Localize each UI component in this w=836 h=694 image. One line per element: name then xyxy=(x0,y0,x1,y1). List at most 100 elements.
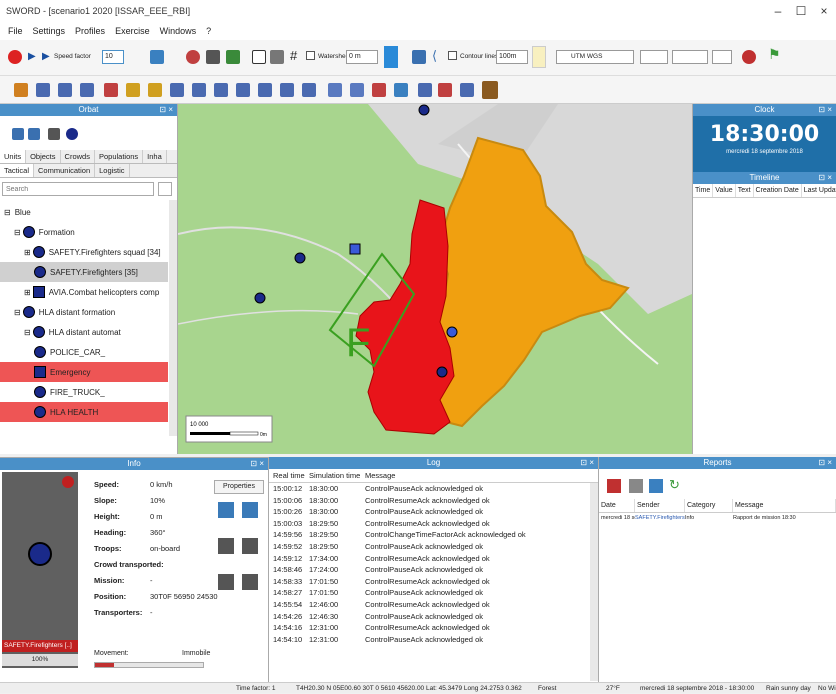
expand-icon[interactable]: ⊟ xyxy=(24,328,31,337)
tab-crowds[interactable]: Crowds xyxy=(61,150,95,163)
coord-input-1[interactable] xyxy=(640,50,668,64)
grid-icon[interactable]: # xyxy=(290,48,297,63)
reports-panel-controls[interactable]: ⊡ × xyxy=(818,457,832,469)
tree-item-firefighters-squad[interactable]: ⊞ SAFETY.Firefighters squad [34] xyxy=(24,242,176,262)
flag-icon[interactable]: ⚑ xyxy=(768,46,781,63)
map-unit-4[interactable] xyxy=(254,292,266,304)
layers-icon[interactable] xyxy=(206,50,220,64)
tree-item-hla-health[interactable]: HLA HEALTH xyxy=(0,402,168,422)
coord-input-2[interactable] xyxy=(672,50,708,64)
info-action-icon-5[interactable] xyxy=(218,574,234,590)
stop-icon[interactable] xyxy=(8,50,22,64)
info-action-icon-6[interactable] xyxy=(242,574,258,590)
map-unit-2[interactable] xyxy=(294,252,306,264)
timeline-col-update[interactable]: Last Update xyxy=(802,184,836,197)
orbat-tool-icon-4[interactable] xyxy=(66,128,78,140)
expand-icon[interactable]: ⊟ xyxy=(14,308,21,317)
report-row[interactable]: mercredi 18 sept SAFETY.Firefighters [35… xyxy=(599,513,836,525)
log-row[interactable]: 14:58:27 17:01:50 ControlPauseAck acknowle… xyxy=(269,587,598,599)
log-col-real-time[interactable]: Real time xyxy=(269,469,305,482)
compass-icon[interactable] xyxy=(186,50,200,64)
close-button[interactable]: × xyxy=(814,4,834,18)
unit-tool-icon[interactable] xyxy=(150,50,164,64)
log-row[interactable]: 14:54:26 12:46:30 ControlPauseAck acknowle… xyxy=(269,611,598,623)
menu-windows[interactable]: Windows xyxy=(160,26,197,36)
draw-tool-icon-12[interactable] xyxy=(258,83,272,97)
menu-settings[interactable]: Settings xyxy=(33,26,66,36)
draw-tool-icon-7[interactable] xyxy=(148,83,162,97)
draw-tool-icon-9[interactable] xyxy=(192,83,206,97)
report-filter-icon-3[interactable] xyxy=(649,479,663,493)
reports-col-message[interactable]: Message xyxy=(733,499,836,512)
expand-icon[interactable]: ⊟ xyxy=(14,228,21,237)
timeline-col-value[interactable]: Value xyxy=(713,184,736,197)
draw-tool-icon-14[interactable] xyxy=(302,83,316,97)
log-row[interactable]: 14:59:56 18:29:50 ControlChangeTimeFactorA… xyxy=(269,529,598,541)
expand-icon[interactable]: ⊞ xyxy=(24,288,31,297)
report-filter-icon-4[interactable]: ↻ xyxy=(669,477,680,493)
bell-icon[interactable] xyxy=(270,50,284,64)
map-view[interactable]: F 10 000 0m xyxy=(178,104,692,454)
maximize-button[interactable]: ☐ xyxy=(791,4,811,18)
log-col-message[interactable]: Message xyxy=(361,469,598,482)
orbat-panel-controls[interactable]: ⊡ × xyxy=(159,104,173,116)
tab-objects[interactable]: Objects xyxy=(26,150,61,163)
orbat-tool-icon-2[interactable] xyxy=(28,128,40,140)
draw-tool-icon-3[interactable] xyxy=(58,83,72,97)
back-icon[interactable]: ⟨ xyxy=(432,48,437,64)
draw-tool-icon-13[interactable] xyxy=(280,83,294,97)
orbat-tool-icon-3[interactable] xyxy=(48,128,60,140)
report-filter-icon-1[interactable] xyxy=(607,479,621,493)
reports-col-sender[interactable]: Sender xyxy=(635,499,685,512)
expand-icon[interactable]: ⊞ xyxy=(24,248,31,257)
play-icon[interactable]: ▶ xyxy=(28,51,36,62)
log-row[interactable]: 14:54:10 12:31:00 ControlPauseAck acknowle… xyxy=(269,634,598,646)
tree-item-emergency[interactable]: Emergency xyxy=(0,362,168,382)
map-canvas[interactable]: F 10 000 0m xyxy=(178,104,692,454)
draw-tool-icon-20[interactable] xyxy=(438,83,452,97)
tab-inhabitants[interactable]: Inha xyxy=(143,150,167,163)
tree-scrollbar[interactable] xyxy=(169,200,177,436)
log-row[interactable]: 14:58:46 17:24:00 ControlPauseAck acknowle… xyxy=(269,564,598,576)
watershed-checkbox[interactable] xyxy=(306,51,315,60)
draw-tool-icon-18[interactable] xyxy=(394,83,408,97)
info-action-icon-3[interactable] xyxy=(218,538,234,554)
draw-tool-icon-5[interactable] xyxy=(104,83,118,97)
log-row[interactable]: 15:00:12 18:30:00 ControlPauseAck acknowle… xyxy=(269,483,598,495)
coord-input-3[interactable] xyxy=(712,50,732,64)
subtab-tactical[interactable]: Tactical xyxy=(0,164,35,177)
tree-root-blue[interactable]: ⊟ Blue xyxy=(4,202,31,222)
minimize-button[interactable]: – xyxy=(768,4,788,18)
draw-tool-icon-19[interactable] xyxy=(418,83,432,97)
draw-tool-icon-10[interactable] xyxy=(214,83,228,97)
draw-tool-icon-17[interactable] xyxy=(372,83,386,97)
info-action-icon-4[interactable] xyxy=(242,538,258,554)
map-unit-6[interactable] xyxy=(436,366,448,378)
tree-item-firefighters[interactable]: SAFETY.Firefighters [35] xyxy=(0,262,168,282)
log-row[interactable]: 14:58:33 17:01:50 ControlResumeAck acknowl… xyxy=(269,576,598,588)
log-row[interactable]: 14:59:12 17:34:00 ControlResumeAck acknowl… xyxy=(269,553,598,565)
contour-tool-icon[interactable] xyxy=(412,50,426,64)
timeline-col-creation[interactable]: Creation Date xyxy=(754,184,802,197)
step-icon[interactable]: ▶ xyxy=(42,51,50,62)
map-unit-5[interactable] xyxy=(446,326,458,338)
map-unit-1[interactable] xyxy=(418,104,430,116)
menu-exercise[interactable]: Exercise xyxy=(115,26,150,36)
log-panel-controls[interactable]: ⊡ × xyxy=(580,457,594,469)
tree-item-formation[interactable]: ⊟ Formation xyxy=(14,222,75,242)
menu-file[interactable]: File xyxy=(8,26,23,36)
draw-tool-icon-21[interactable] xyxy=(460,83,474,97)
reports-col-date[interactable]: Date xyxy=(599,499,635,512)
subtab-logistic[interactable]: Logistic xyxy=(95,164,130,177)
speed-factor-input[interactable]: 10 xyxy=(102,50,124,64)
log-row[interactable]: 14:55:54 12:46:00 ControlResumeAck acknowl… xyxy=(269,599,598,611)
terrain-icon[interactable] xyxy=(226,50,240,64)
draw-tool-icon-2[interactable] xyxy=(36,83,50,97)
expand-icon[interactable]: ⊟ xyxy=(4,208,11,217)
tree-item-hla-automat[interactable]: ⊟ HLA distant automat xyxy=(24,322,121,342)
log-scrollbar[interactable] xyxy=(590,483,598,681)
draw-tool-icon-4[interactable] xyxy=(80,83,94,97)
watershed-input[interactable]: 0 m xyxy=(346,50,378,64)
draw-tool-icon-22[interactable] xyxy=(482,81,498,99)
orbat-tool-icon-1[interactable] xyxy=(12,128,24,140)
